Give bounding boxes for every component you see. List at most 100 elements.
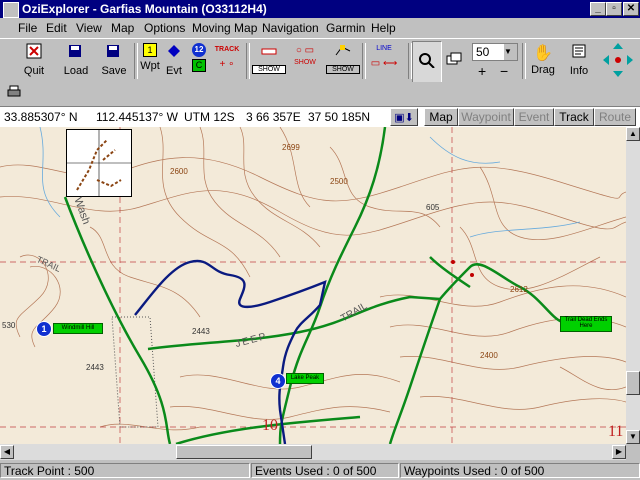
scroll-down-icon[interactable]: ▼ bbox=[626, 430, 640, 444]
overview-inset[interactable] bbox=[66, 129, 132, 197]
elevation-2600: 2600 bbox=[170, 167, 188, 176]
vertical-scrollbar[interactable]: ▲ ▼ bbox=[626, 127, 640, 444]
overview-map bbox=[67, 130, 131, 196]
show-waypoints-button[interactable]: SHOW bbox=[252, 41, 286, 81]
event-number-button[interactable]: 12 C bbox=[188, 41, 210, 81]
zoom-value: 50 bbox=[476, 45, 490, 59]
menu-bar: File Edit View Map Options Moving Map Na… bbox=[0, 18, 640, 38]
menu-options[interactable]: Options bbox=[144, 21, 185, 35]
save-icon bbox=[107, 45, 119, 57]
save-label: Save bbox=[101, 65, 127, 77]
load-icon bbox=[69, 45, 81, 57]
window-layer-button[interactable] bbox=[442, 41, 466, 81]
northing-readout: 37 50 185N bbox=[308, 110, 371, 124]
tab-event[interactable]: Event bbox=[514, 108, 554, 126]
quit-button[interactable]: Quit bbox=[18, 41, 50, 81]
menu-edit[interactable]: Edit bbox=[46, 21, 67, 35]
zoom-out-icon[interactable]: − bbox=[500, 63, 508, 79]
waypoint-button[interactable]: 1 Wpt bbox=[138, 41, 162, 81]
menu-help[interactable]: Help bbox=[371, 21, 396, 35]
waypoint-label-trail-dead-ends[interactable]: Trail Dead Ends Here bbox=[560, 316, 612, 332]
waypoint-marker-1[interactable]: 1 bbox=[36, 321, 52, 337]
plus-circle-icon: + ∘ bbox=[219, 59, 235, 70]
menu-view[interactable]: View bbox=[76, 21, 102, 35]
toolbar: Quit Load Save 1 Wpt Evt 12 C TRACK + ∘ … bbox=[0, 38, 640, 84]
zoom-select[interactable]: 50 ▼ bbox=[472, 43, 518, 61]
save-position-button[interactable]: ▣⬇ bbox=[390, 108, 418, 126]
scroll-right-icon[interactable]: ▶ bbox=[612, 445, 626, 459]
horizontal-scrollbar[interactable]: ◀ ▶ bbox=[0, 444, 626, 460]
track-point-status: Track Point : 500 bbox=[0, 463, 250, 478]
horizontal-scroll-thumb[interactable] bbox=[176, 445, 312, 459]
drag-button[interactable]: ✋ Drag bbox=[528, 41, 558, 81]
show-routes-button[interactable]: SHOW bbox=[326, 41, 360, 81]
wpt-label: Wpt bbox=[140, 60, 160, 72]
scroll-up-icon[interactable]: ▲ bbox=[626, 127, 640, 141]
elevation-2443-b: 2443 bbox=[86, 363, 104, 372]
close-button[interactable]: ✕ bbox=[623, 2, 639, 16]
tab-waypoint[interactable]: Waypoint bbox=[458, 108, 514, 126]
wash-sand-area bbox=[111, 316, 159, 428]
menu-navigation[interactable]: Navigation bbox=[262, 21, 319, 35]
waypoint-label-windmill-hill[interactable]: Windmill Hill bbox=[53, 323, 103, 334]
menu-file[interactable]: File bbox=[18, 21, 37, 35]
scroll-corner bbox=[626, 444, 640, 460]
disk-arrow-icon: ▣⬇ bbox=[394, 112, 414, 124]
drag-label: Drag bbox=[531, 64, 555, 76]
load-label: Load bbox=[63, 65, 89, 77]
track-button[interactable]: TRACK + ∘ bbox=[212, 41, 242, 81]
elevation-2443: 2443 bbox=[192, 327, 210, 336]
latitude-readout: 33.885307° N bbox=[4, 110, 78, 124]
easting-readout: 3 66 357E bbox=[246, 110, 301, 124]
elevation-2500: 2500 bbox=[330, 177, 348, 186]
diamond-icon bbox=[168, 45, 180, 57]
zoom-tool-button[interactable] bbox=[412, 41, 442, 83]
maximize-button[interactable]: ▫ bbox=[606, 2, 622, 16]
scroll-left-icon[interactable]: ◀ bbox=[0, 445, 14, 459]
grid-number-10: 10 bbox=[262, 417, 278, 434]
title-bar: OziExplorer - Garfias Mountain (O33112H4… bbox=[0, 0, 640, 18]
app-icon bbox=[3, 2, 19, 18]
menu-moving-map[interactable]: Moving Map bbox=[192, 21, 257, 35]
event-button[interactable]: Evt bbox=[162, 41, 186, 81]
event-circles-icon: ○ ▭ bbox=[295, 45, 315, 56]
gps-track bbox=[134, 259, 327, 444]
c-button[interactable]: C bbox=[192, 59, 206, 72]
vertical-scroll-thumb[interactable] bbox=[626, 371, 640, 395]
elevation-2400: 2400 bbox=[480, 351, 498, 360]
printer-icon[interactable] bbox=[6, 85, 22, 99]
save-button[interactable]: Save bbox=[98, 41, 130, 81]
show-label: SHOW bbox=[294, 59, 316, 66]
quit-icon bbox=[26, 43, 42, 59]
map-canvas[interactable]: TRAIL JEEP TRAIL Wash 2600 2699 2443 240… bbox=[0, 127, 626, 444]
waypoint-label-lake-peak[interactable]: Lake Peak bbox=[286, 373, 324, 384]
chevron-down-icon: ▼ bbox=[504, 44, 517, 60]
quit-label: Quit bbox=[23, 65, 45, 77]
waypoint-icon: 1 bbox=[143, 43, 157, 57]
tab-map[interactable]: Map bbox=[424, 108, 458, 126]
minimize-button[interactable]: _ bbox=[590, 2, 606, 16]
layers-icon bbox=[446, 52, 462, 65]
ruler-icon: ▭ ⟷ bbox=[370, 58, 398, 69]
pan-arrows-icon bbox=[603, 43, 633, 77]
menu-map[interactable]: Map bbox=[111, 21, 134, 35]
tab-route[interactable]: Route bbox=[594, 108, 636, 126]
line-button[interactable]: LINE ▭ ⟷ bbox=[364, 41, 404, 81]
zoom-in-icon[interactable]: + bbox=[478, 63, 486, 79]
zoom-control: 50 ▼ + − bbox=[472, 41, 518, 81]
event-number-icon: 12 bbox=[192, 43, 206, 57]
load-button[interactable]: Load bbox=[60, 41, 92, 81]
menu-garmin[interactable]: Garmin bbox=[326, 21, 365, 35]
route-icon bbox=[335, 45, 351, 56]
info-button[interactable]: Info bbox=[564, 41, 594, 81]
utm-zone-readout: UTM 12S bbox=[184, 110, 235, 124]
pan-arrows-button[interactable] bbox=[600, 41, 636, 81]
toolbar-separator bbox=[246, 43, 250, 79]
elevation-2699: 2699 bbox=[282, 143, 300, 152]
show-events-button[interactable]: ○ ▭ SHOW bbox=[288, 41, 322, 81]
tab-track[interactable]: Track bbox=[554, 108, 594, 126]
waypoint-list-icon bbox=[261, 48, 277, 55]
elevation-605: 605 bbox=[426, 203, 440, 212]
waypoint-marker-4[interactable]: 4 bbox=[270, 373, 286, 389]
show-label: SHOW bbox=[326, 65, 360, 74]
